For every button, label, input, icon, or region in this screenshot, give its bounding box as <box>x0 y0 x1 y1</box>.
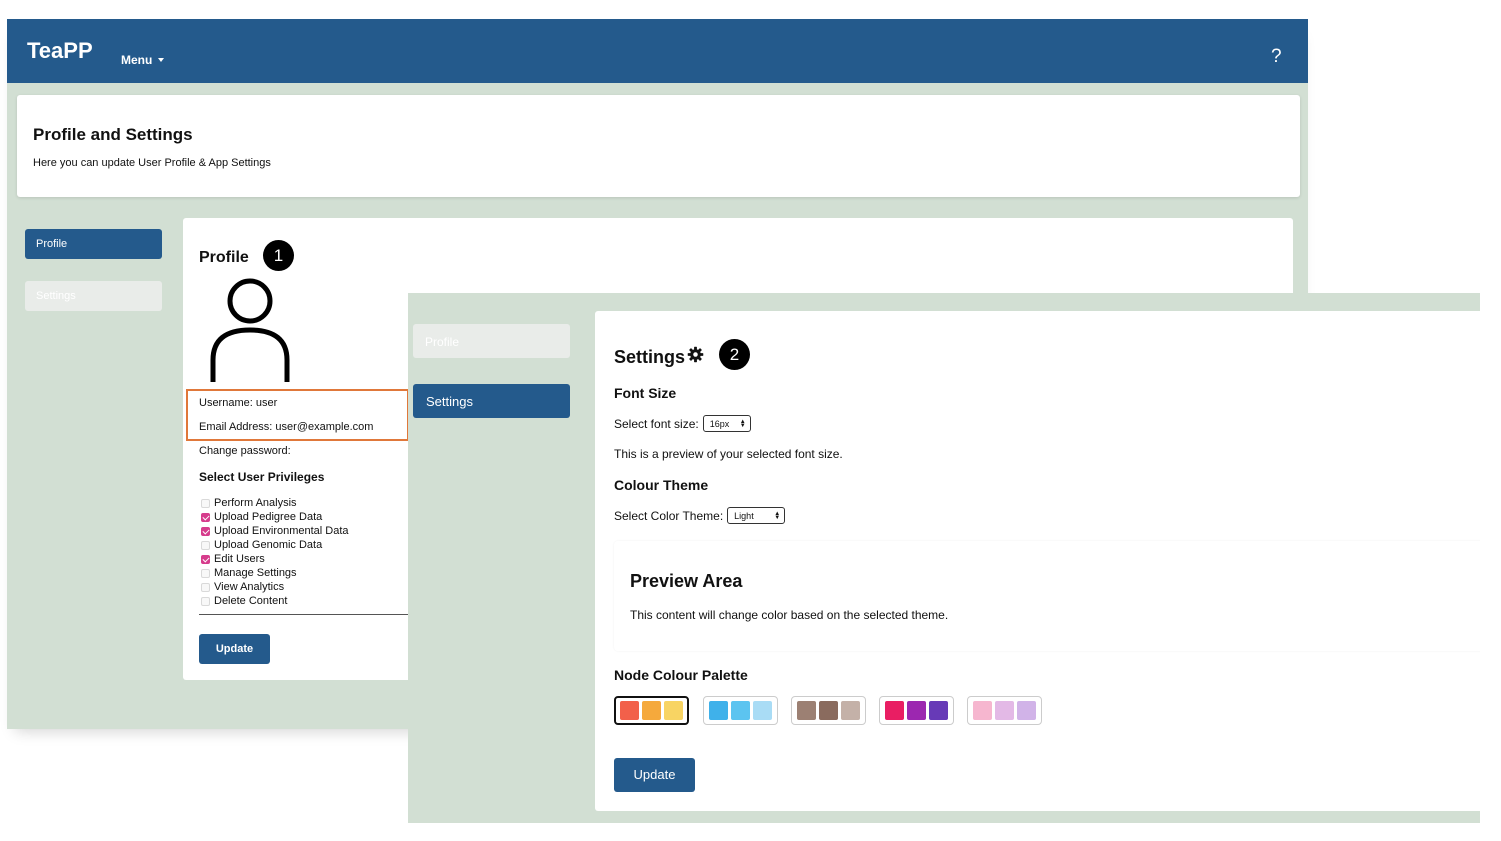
colour-theme-value: Light <box>734 510 754 521</box>
privilege-edit-users[interactable]: Edit Users <box>201 553 265 565</box>
font-size-title: Font Size <box>614 385 677 401</box>
palette-swatch <box>973 701 992 720</box>
palette-swatch <box>664 701 683 720</box>
checkbox[interactable] <box>201 596 210 606</box>
sidebar-item-settings[interactable]: Settings <box>413 384 570 418</box>
top-navbar: TeaPP Menu ? <box>7 19 1308 83</box>
palette-swatch <box>841 701 860 720</box>
checkbox[interactable] <box>201 554 210 564</box>
palette-swatch <box>819 701 838 720</box>
privilege-upload-environmental-data[interactable]: Upload Environmental Data <box>201 525 349 537</box>
preview-text: This content will change color based on … <box>630 608 949 622</box>
font-size-label: Select font size: <box>614 416 699 431</box>
settings-update-button[interactable]: Update <box>614 758 695 792</box>
page-subtitle: Here you can update User Profile & App S… <box>33 157 271 169</box>
privilege-label: Delete Content <box>214 595 288 607</box>
settings-card: Settings 2 Font Size Select font size: 1… <box>595 311 1480 811</box>
settings-heading-text: Settings <box>614 347 686 367</box>
checkbox[interactable] <box>201 526 210 536</box>
palette-swatch <box>620 701 639 720</box>
checkbox[interactable] <box>201 498 210 508</box>
privilege-label: Upload Environmental Data <box>214 525 349 537</box>
checkbox[interactable] <box>201 568 210 578</box>
colour-theme-label: Select Color Theme: <box>614 508 724 523</box>
checkbox[interactable] <box>201 582 210 592</box>
gear-icon <box>687 346 704 363</box>
step-badge-1: 1 <box>263 240 294 271</box>
settings-heading: Settings <box>614 346 704 368</box>
privileges-title: Select User Privileges <box>199 470 325 484</box>
privilege-label: Manage Settings <box>214 567 297 579</box>
page-title: Profile and Settings <box>33 125 193 144</box>
checkbox[interactable] <box>201 512 210 522</box>
divider <box>199 614 415 615</box>
profile-update-button[interactable]: Update <box>199 634 270 664</box>
palette-swatch <box>797 701 816 720</box>
privilege-manage-settings[interactable]: Manage Settings <box>201 567 297 579</box>
privilege-delete-content[interactable]: Delete Content <box>201 595 287 607</box>
checkbox[interactable] <box>201 540 210 550</box>
sidebar-item-profile[interactable]: Profile <box>25 229 162 259</box>
privilege-label: Upload Pedigree Data <box>214 511 323 523</box>
palette-option-1[interactable] <box>614 696 689 725</box>
user-avatar-icon <box>210 278 290 382</box>
palette-swatch <box>995 701 1014 720</box>
preview-area: Preview Area This content will change co… <box>614 541 1480 651</box>
privilege-label: Upload Genomic Data <box>214 539 323 551</box>
palette-swatch <box>753 701 772 720</box>
palette-option-2[interactable] <box>703 696 778 725</box>
select-arrows-icon: ▲ ▼ <box>774 510 781 521</box>
privilege-label: Perform Analysis <box>214 497 297 509</box>
palette-swatch <box>885 701 904 720</box>
colour-theme-row: Select Color Theme: Light ▲ ▼ <box>614 507 786 524</box>
settings-window: Profile Settings Settings 2 Font Size Se… <box>408 293 1480 823</box>
privilege-label: View Analytics <box>214 581 285 593</box>
colour-theme-select[interactable]: Light ▲ ▼ <box>727 507 786 524</box>
palette-swatch <box>731 701 750 720</box>
font-size-select[interactable]: 16px ▲ ▼ <box>702 415 751 432</box>
menu-label: Menu <box>121 53 153 67</box>
help-button[interactable]: ? <box>1271 46 1282 68</box>
privilege-label: Edit Users <box>214 553 265 565</box>
palette-option-3[interactable] <box>791 696 866 725</box>
palette-swatch <box>1017 701 1036 720</box>
palette-swatch <box>907 701 926 720</box>
colour-theme-title: Colour Theme <box>614 477 709 493</box>
palette-swatch <box>709 701 728 720</box>
email-text: Email Address: user@example.com <box>199 421 374 433</box>
privilege-perform-analysis[interactable]: Perform Analysis <box>201 497 297 509</box>
privilege-upload-pedigree-data[interactable]: Upload Pedigree Data <box>201 511 322 523</box>
palette-title: Node Colour Palette <box>614 667 748 683</box>
privilege-upload-genomic-data[interactable]: Upload Genomic Data <box>201 539 322 551</box>
username-text: Username: user <box>199 397 278 409</box>
sidebar-item-settings[interactable]: Settings <box>25 281 162 311</box>
select-arrows-icon: ▲ ▼ <box>739 418 746 429</box>
caret-down-icon <box>158 58 165 62</box>
palette-option-4[interactable] <box>879 696 954 725</box>
palette-swatch <box>642 701 661 720</box>
palette-option-5[interactable] <box>967 696 1042 725</box>
page-header-card: Profile and Settings Here you can update… <box>17 95 1300 197</box>
preview-title: Preview Area <box>630 571 743 591</box>
palette-swatch <box>929 701 948 720</box>
change-password-label[interactable]: Change password: <box>199 445 291 457</box>
app-title: TeaPP <box>27 38 93 63</box>
profile-heading: Profile <box>199 249 249 266</box>
font-size-row: Select font size: 16px ▲ ▼ <box>614 415 751 432</box>
step-badge-2: 2 <box>719 339 750 370</box>
font-size-value: 16px <box>709 418 730 429</box>
font-preview-text: This is a preview of your selected font … <box>614 447 843 461</box>
privilege-view-analytics[interactable]: View Analytics <box>201 581 284 593</box>
sidebar-item-profile[interactable]: Profile <box>413 324 570 358</box>
menu-dropdown[interactable]: Menu <box>121 53 165 67</box>
